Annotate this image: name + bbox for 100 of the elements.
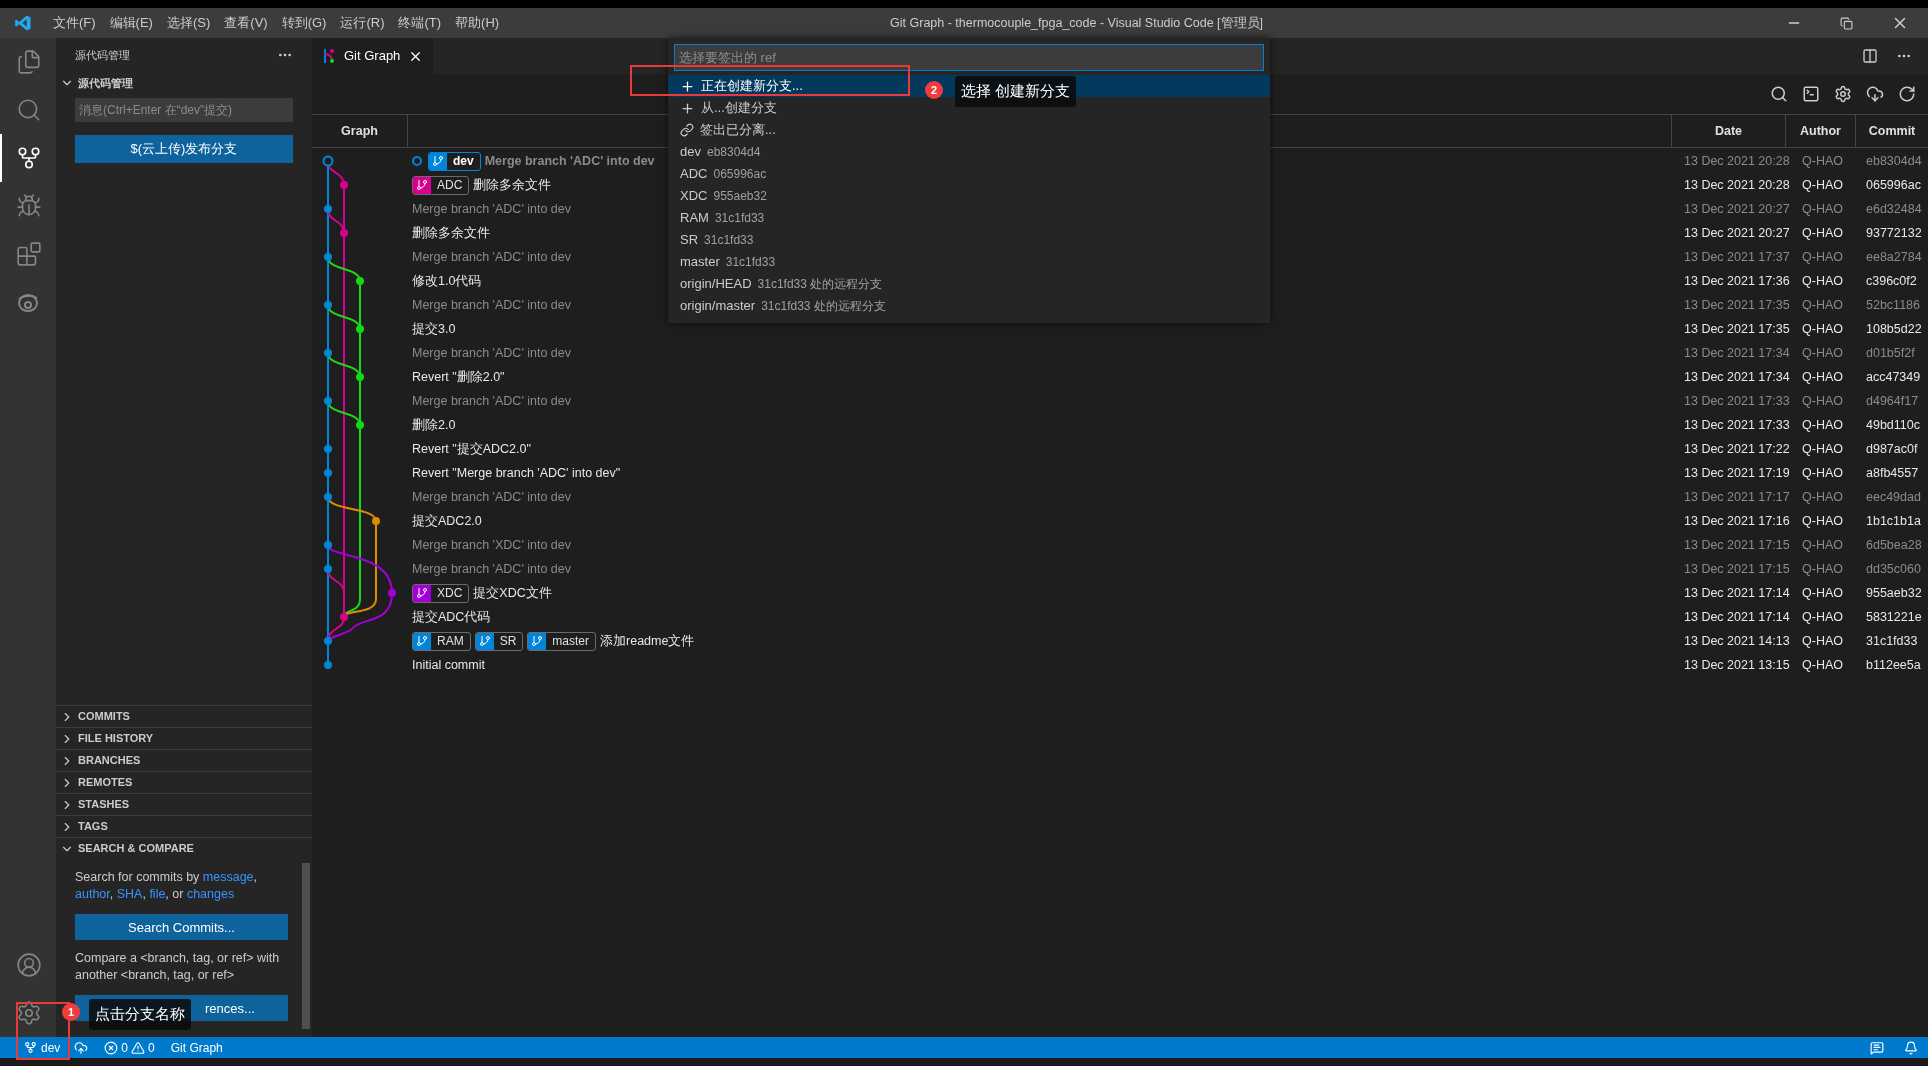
commit-dot[interactable]: [340, 613, 348, 621]
commit-hash: 955aeb32: [1865, 584, 1923, 602]
commit-dot[interactable]: [324, 565, 332, 573]
search-icon[interactable]: [1770, 85, 1788, 103]
quick-pick-item[interactable]: 签出已分离...: [668, 119, 1270, 141]
menu-item[interactable]: 帮助(H): [448, 13, 507, 33]
restore-icon[interactable]: [1840, 16, 1853, 30]
commit-author: Q-HAO: [1802, 560, 1844, 578]
quick-pick-item[interactable]: master 31c1fd33: [668, 251, 1270, 273]
search-commits-button[interactable]: Search Commits...: [75, 914, 288, 940]
status-item[interactable]: Git Graph: [162, 1038, 231, 1057]
commit-dot[interactable]: [324, 397, 332, 405]
commit-dot[interactable]: [356, 325, 364, 333]
menu-item[interactable]: 编辑(E): [102, 13, 160, 33]
item-label: dev: [680, 143, 701, 162]
link[interactable]: changes: [186, 887, 235, 901]
commit-dot[interactable]: [324, 541, 332, 549]
split-editor-icon[interactable]: [1862, 48, 1878, 64]
scrollbar-thumb[interactable]: [302, 863, 310, 1029]
publish-button[interactable]: $(云上传)发布分支: [75, 135, 293, 163]
branch-tag[interactable]: SR: [474, 631, 524, 651]
quick-pick-item[interactable]: SR 31c1fd33: [668, 229, 1270, 251]
item-label: ADC: [680, 165, 708, 184]
commit-hash: 31c1fd33: [1865, 632, 1919, 650]
commit-date: 13 Dec 2021 14:13: [1683, 632, 1791, 650]
commit-dot[interactable]: [324, 205, 332, 213]
panel-header[interactable]: REMOTES: [78, 774, 133, 791]
commit-dot[interactable]: [324, 493, 332, 501]
bug-icon[interactable]: [16, 193, 42, 219]
commit-dot[interactable]: [324, 445, 332, 453]
account-icon[interactable]: [16, 952, 42, 978]
commit-hash: d4964f17: [1865, 392, 1920, 410]
item-detail: 31c1fd33: [725, 254, 776, 271]
head-commit-dot[interactable]: [322, 155, 334, 167]
commit-message: Revert "Merge branch 'ADC' into dev": [412, 464, 621, 482]
menu-item[interactable]: 文件(F): [46, 13, 103, 33]
quick-pick-item[interactable]: origin/HEAD 31c1fd33 处的远程分支: [668, 273, 1270, 295]
link[interactable]: message: [202, 870, 254, 884]
branch-tag[interactable]: RAM: [412, 631, 471, 651]
message-field[interactable]: 消息(Ctrl+Enter 在“dev”提交): [75, 98, 293, 122]
commit-message: 添加readme文件: [600, 632, 695, 650]
bell-icon[interactable]: [1904, 1040, 1918, 1055]
branch-tag[interactable]: ADC: [412, 175, 470, 195]
commit-author: Q-HAO: [1802, 320, 1844, 338]
error-count[interactable]: 0: [121, 1038, 129, 1057]
commit-dot[interactable]: [340, 229, 348, 237]
refresh-icon[interactable]: [1898, 85, 1916, 103]
commit-date: 13 Dec 2021 20:27: [1683, 200, 1791, 218]
panel-header[interactable]: TAGS: [78, 818, 108, 835]
commit-dot[interactable]: [324, 469, 332, 477]
quick-pick-item[interactable]: origin/master 31c1fd33 处的远程分支: [668, 295, 1270, 317]
section-title[interactable]: 源代码管理: [78, 74, 133, 92]
branch-tag[interactable]: dev: [428, 151, 481, 171]
commit-dot[interactable]: [388, 589, 396, 597]
commit-author: Q-HAO: [1802, 368, 1844, 386]
commit-dot[interactable]: [324, 301, 332, 309]
feedback-icon[interactable]: [1870, 1040, 1884, 1055]
quick-pick-item[interactable]: dev eb8304d4: [668, 141, 1270, 163]
commit-dot[interactable]: [340, 181, 348, 189]
panel-header[interactable]: STASHES: [78, 796, 130, 813]
terminal-icon[interactable]: [1802, 85, 1820, 103]
commit-dot[interactable]: [356, 373, 364, 381]
editor-tab[interactable]: Git Graph: [312, 38, 434, 74]
commit-dot[interactable]: [372, 517, 380, 525]
commit-dot[interactable]: [324, 253, 332, 261]
cloud-download-icon[interactable]: [1866, 85, 1884, 103]
commit-message: Revert "提交ADC2.0": [412, 440, 531, 458]
quick-pick-item[interactable]: ADC 065996ac: [668, 163, 1270, 185]
panel-header[interactable]: SEARCH & COMPARE: [78, 840, 194, 857]
branch-tag[interactable]: master: [527, 631, 597, 651]
commit-dot[interactable]: [324, 349, 332, 357]
quick-pick-item[interactable]: RAM 31c1fd33: [668, 207, 1270, 229]
settings-icon[interactable]: [1834, 85, 1852, 103]
branch-name: dev: [41, 1039, 61, 1057]
branch-tag[interactable]: XDC: [412, 583, 470, 603]
tag-label: XDC: [436, 584, 464, 602]
ref-search-field[interactable]: 选择要签出的 ref: [674, 44, 1264, 71]
warning-count[interactable]: 0: [148, 1038, 155, 1057]
commit-date: 13 Dec 2021 20:28: [1683, 152, 1791, 170]
menu-item[interactable]: 转到(G): [274, 13, 334, 33]
commit-message: 删除多余文件: [412, 224, 490, 242]
menu-item[interactable]: 运行(R): [333, 13, 392, 33]
panel-header[interactable]: COMMITS: [78, 708, 130, 725]
commit-dot[interactable]: [324, 637, 332, 645]
menu-item[interactable]: 查看(V): [217, 13, 275, 33]
menu-item[interactable]: 终端(T): [391, 13, 449, 33]
extensions-icon[interactable]: [16, 241, 42, 267]
quick-pick-item[interactable]: XDC 955aeb32: [668, 185, 1270, 207]
commit-dot[interactable]: [356, 421, 364, 429]
menu-item[interactable]: 选择(S): [159, 13, 218, 33]
branch-status-item[interactable]: dev: [18, 1037, 67, 1058]
commit-message: 提交3.0: [412, 320, 456, 338]
commit-dot[interactable]: [356, 277, 364, 285]
files-icon[interactable]: [16, 49, 42, 75]
panel-header[interactable]: BRANCHES: [78, 752, 141, 769]
panel-header[interactable]: FILE HISTORY: [78, 730, 154, 747]
commit-dot[interactable]: [324, 661, 332, 669]
source-control-icon[interactable]: [16, 145, 42, 171]
cloud-upload-icon[interactable]: [74, 1040, 89, 1055]
link[interactable]: author: [75, 887, 110, 901]
